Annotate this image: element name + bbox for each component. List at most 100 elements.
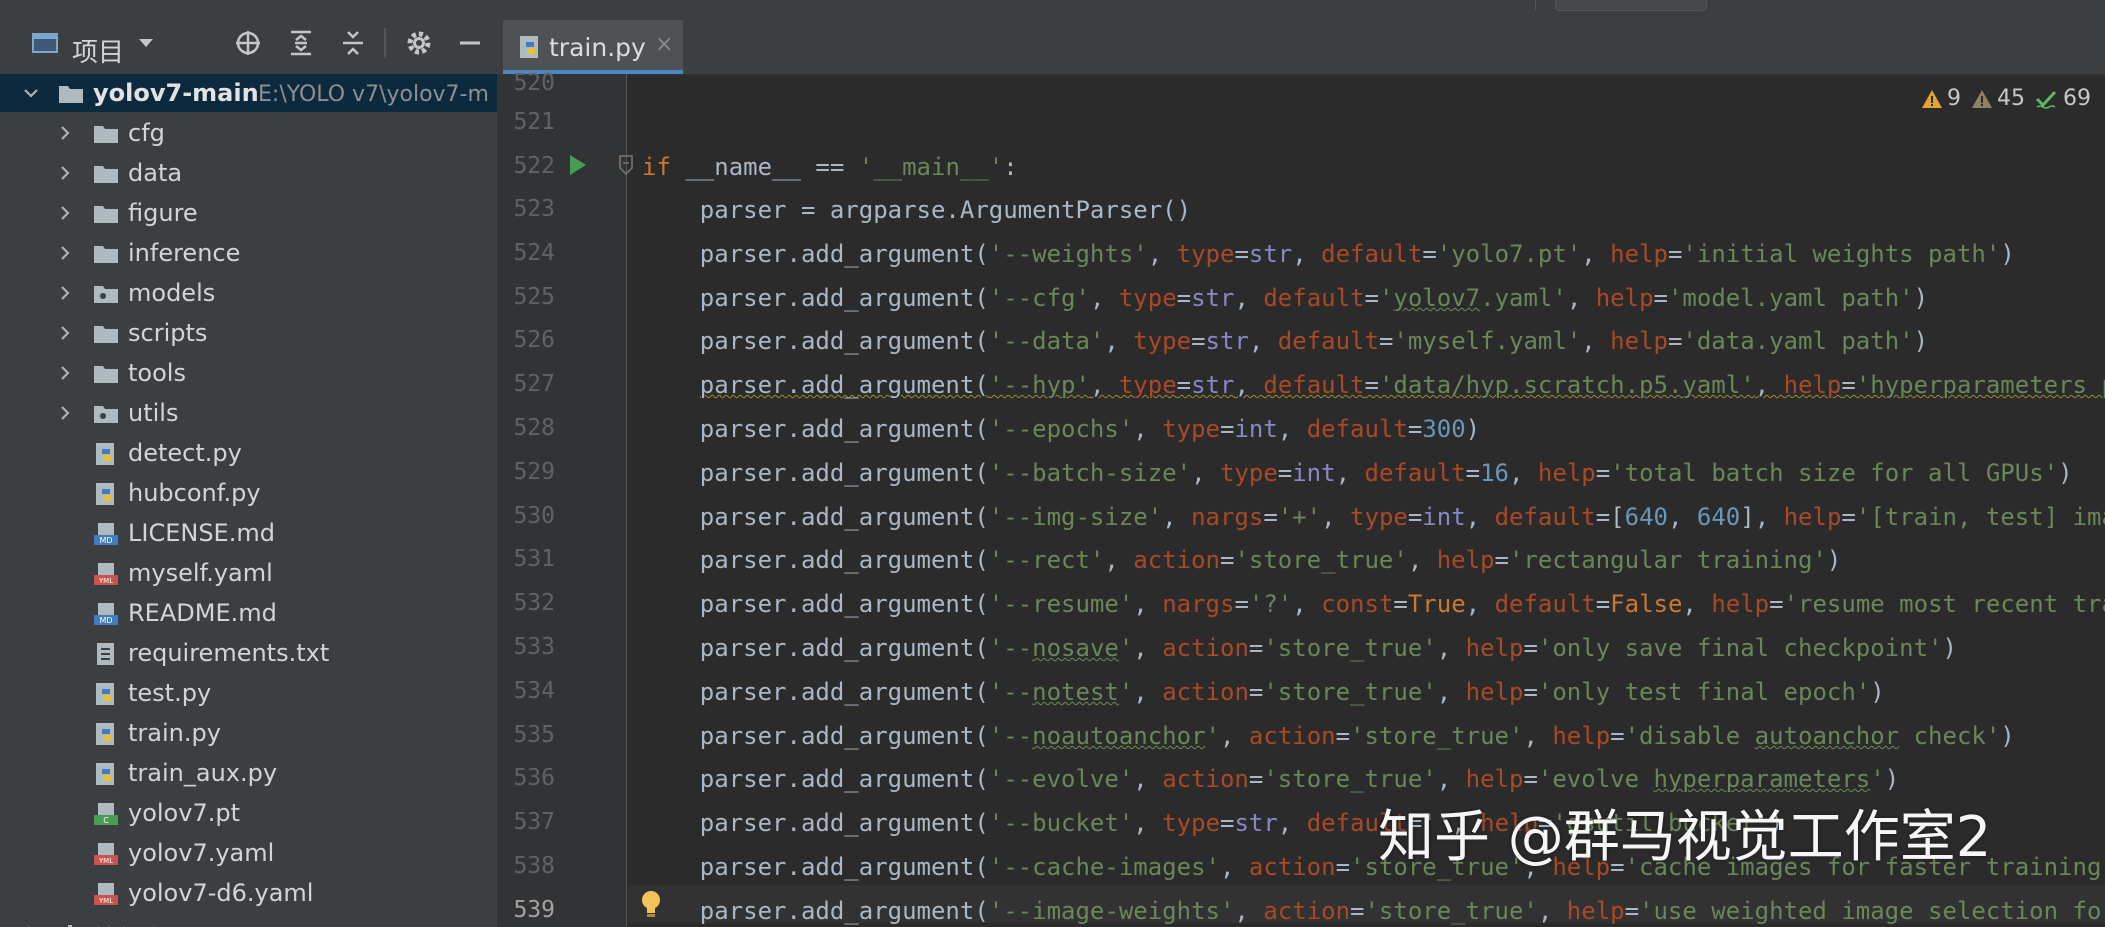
yaml-file-icon: YML — [93, 561, 119, 587]
tree-item-label: requirements.txt — [128, 639, 330, 667]
tree-item-data[interactable]: data — [0, 154, 497, 192]
warning-count-label: 45 — [1997, 86, 2025, 111]
expand-all-icon[interactable] — [286, 28, 316, 58]
python-file-icon — [93, 721, 119, 747]
folder-icon — [93, 241, 119, 267]
python-file-icon — [93, 441, 119, 467]
tree-item-hubconf-py[interactable]: hubconf.py — [0, 474, 497, 512]
chevron-down-icon[interactable] — [24, 86, 38, 100]
package-folder-icon — [93, 281, 119, 307]
error-count[interactable]: 9 — [1921, 86, 1961, 111]
code-line-528: parser.add_argument('--epochs', type=int… — [642, 415, 1481, 443]
tree-item-label: hubconf.py — [128, 479, 261, 507]
locate-icon[interactable] — [232, 28, 264, 58]
fold-icon[interactable] — [617, 154, 635, 176]
weak-warning-icon — [1972, 89, 1992, 108]
tree-item-yolov7-pt[interactable]: C yolov7.pt — [0, 794, 497, 832]
tree-item-label: scripts — [128, 319, 208, 347]
tree-item-figure[interactable]: figure — [0, 194, 497, 232]
project-panel: 项目 yolov7-main E:\YOLO v7\yolov7-m cfg d… — [0, 12, 497, 927]
code-line-525: parser.add_argument('--cfg', type=str, d… — [642, 284, 1929, 312]
tree-item-label: data — [128, 159, 183, 187]
tree-item-scripts[interactable]: scripts — [0, 314, 497, 352]
svg-text:YML: YML — [98, 857, 113, 865]
tree-item-myself-yaml[interactable]: YML myself.yaml — [0, 554, 497, 592]
chevron-right-icon[interactable] — [58, 166, 72, 180]
folder-icon — [58, 81, 84, 107]
chevron-right-icon[interactable] — [58, 366, 72, 380]
tree-item-license-md[interactable]: MD LICENSE.md — [0, 514, 497, 552]
tree-item-yolov7-yaml[interactable]: YML yolov7.yaml — [0, 834, 497, 872]
code-line-523: parser = argparse.ArgumentParser() — [642, 196, 1192, 224]
chevron-right-icon[interactable] — [58, 246, 72, 260]
chevron-right-icon[interactable] — [58, 206, 72, 220]
tree-item-train-py[interactable]: train.py — [0, 714, 497, 752]
code-line-534: parser.add_argument('--notest', action='… — [642, 678, 1885, 706]
svg-text:YML: YML — [98, 577, 113, 585]
line-number: 525 — [513, 284, 555, 310]
chevron-right-icon[interactable] — [58, 406, 72, 420]
tree-item-label: yolov7.pt — [128, 799, 240, 827]
tree-item-label: utils — [128, 399, 179, 427]
line-number: 521 — [513, 109, 555, 135]
line-number-current: 539 — [513, 897, 555, 923]
tree-item-models[interactable]: models — [0, 274, 497, 312]
tree-item-readme-md[interactable]: MD README.md — [0, 594, 497, 632]
line-number: 523 — [513, 196, 555, 222]
collapse-all-icon[interactable] — [338, 28, 368, 58]
line-number: 527 — [513, 371, 555, 397]
run-icon[interactable] — [568, 154, 588, 175]
code-editor[interactable]: train.py × 520 521 522 523 524 525 526 5… — [497, 12, 2105, 927]
chevron-right-icon[interactable] — [58, 326, 72, 340]
close-icon[interactable]: × — [655, 32, 673, 57]
gutter-separator — [626, 74, 627, 927]
tree-item-cfg[interactable]: cfg — [0, 114, 497, 152]
svg-text:MD: MD — [99, 536, 112, 545]
python-file-icon — [93, 481, 119, 507]
python-file-icon — [517, 34, 543, 60]
tree-item-detect-py[interactable]: detect.py — [0, 434, 497, 472]
line-number: 535 — [513, 722, 555, 748]
warning-count[interactable]: 45 — [1971, 86, 2025, 111]
tree-item-test-py[interactable]: test.py — [0, 674, 497, 712]
toolbar-divider — [384, 28, 386, 58]
line-number: 534 — [513, 678, 555, 704]
tree-item-yolov7-d6-yaml[interactable]: YML yolov7-d6.yaml — [0, 874, 497, 912]
tree-item-tools[interactable]: tools — [0, 354, 497, 392]
chevron-down-icon[interactable] — [134, 28, 158, 58]
tree-item-inference[interactable]: inference — [0, 234, 497, 272]
typo-count[interactable]: 69 — [2035, 86, 2091, 111]
library-icon — [58, 921, 84, 927]
tree-item-requirements-txt[interactable]: requirements.txt — [0, 634, 497, 672]
line-number: 533 — [513, 634, 555, 660]
typo-count-label: 69 — [2063, 86, 2091, 111]
folder-icon — [93, 121, 119, 147]
tree-item-label: yolov7.yaml — [128, 839, 275, 867]
tree-item-utils[interactable]: utils — [0, 394, 497, 432]
tree-item-label: test.py — [128, 679, 212, 707]
chevron-right-icon[interactable] — [58, 286, 72, 300]
tab-label: train.py — [549, 33, 646, 62]
chevron-right-icon[interactable] — [58, 126, 72, 140]
tree-item-train-aux-py[interactable]: train_aux.py — [0, 754, 497, 792]
watermark: 知乎 @群马视觉工作室2 — [1378, 805, 1992, 870]
folder-icon — [93, 361, 119, 387]
svg-text:YML: YML — [98, 897, 113, 905]
code-line-527: parser.add_argument('--hyp', type=str, d… — [699, 371, 2105, 399]
python-file-icon — [93, 681, 119, 707]
project-view-icon[interactable] — [30, 28, 60, 58]
code-line-526: parser.add_argument('--data', type=str, … — [642, 327, 1929, 355]
line-number: 538 — [513, 853, 555, 879]
panel-title[interactable]: 项目 — [72, 32, 124, 69]
gear-icon[interactable] — [404, 28, 434, 58]
root-path: E:\YOLO v7\yolov7-m — [258, 82, 489, 107]
tab-train-py[interactable]: train.py × — [503, 20, 683, 74]
top-run-config-field[interactable] — [1555, 0, 1707, 11]
minimize-icon[interactable] — [456, 28, 484, 58]
tree-item-label: LICENSE.md — [128, 519, 275, 547]
inspection-widget[interactable]: 9 45 69 — [1911, 86, 2091, 111]
tree-root-row[interactable]: yolov7-main E:\YOLO v7\yolov7-m — [0, 74, 497, 112]
tree-item-external-libs[interactable]: 外部库 — [0, 914, 497, 927]
code-line-536: parser.add_argument('--evolve', action='… — [642, 765, 1900, 793]
yaml-file-icon: YML — [93, 881, 119, 907]
